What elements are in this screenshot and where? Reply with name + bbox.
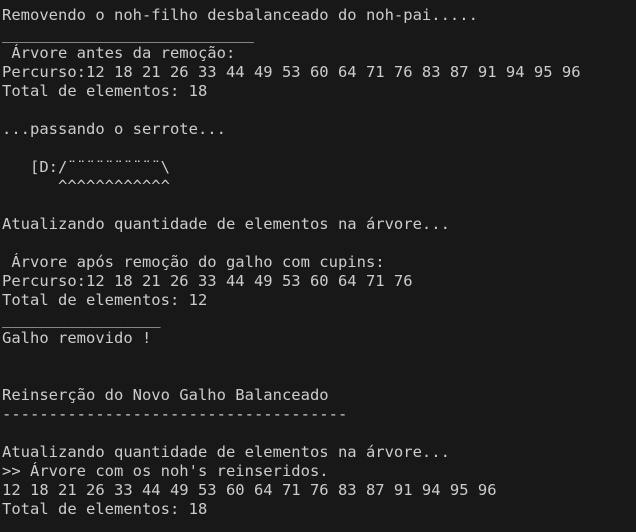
terminal-line: Removendo o noh-filho desbalanceado do n… (2, 6, 478, 24)
terminal-line: Reinserção do Novo Galho Balanceado (2, 386, 329, 404)
terminal-line: ...passando o serrote... (2, 120, 226, 138)
terminal-line: Árvore antes da remoção: (2, 44, 236, 62)
terminal-line: Total de elementos: 18 (2, 500, 208, 518)
terminal-line: Total de elementos: 18 (2, 82, 208, 100)
terminal-line: Percurso:12 18 21 26 33 44 49 53 60 64 7… (2, 272, 413, 290)
terminal-line: Atualizando quantidade de elementos na á… (2, 215, 450, 233)
terminal-line: 12 18 21 26 33 44 49 53 60 64 71 76 83 8… (2, 481, 497, 499)
terminal-line: ------------------------------------- (2, 405, 348, 423)
terminal-line: Atualizando quantidade de elementos na á… (2, 443, 450, 461)
terminal-line: Árvore após remoção do galho com cupins: (2, 253, 385, 271)
terminal-line: Galho removido ! (2, 329, 152, 347)
terminal-line: ^^^^^^^^^^^^ (2, 177, 170, 195)
terminal-output[interactable]: Removendo o noh-filho desbalanceado do n… (0, 0, 636, 532)
terminal-line: Total de elementos: 12 (2, 291, 208, 309)
terminal-line: >> Árvore com os noh's reinseridos. (2, 462, 329, 480)
terminal-line: Percurso:12 18 21 26 33 44 49 53 60 64 7… (2, 63, 581, 81)
terminal-line: ___________________________ (2, 25, 254, 43)
terminal-line: _________________ (2, 310, 161, 328)
terminal-line: [D:/¨¨¨¨¨¨¨¨¨¨\ (2, 158, 170, 176)
